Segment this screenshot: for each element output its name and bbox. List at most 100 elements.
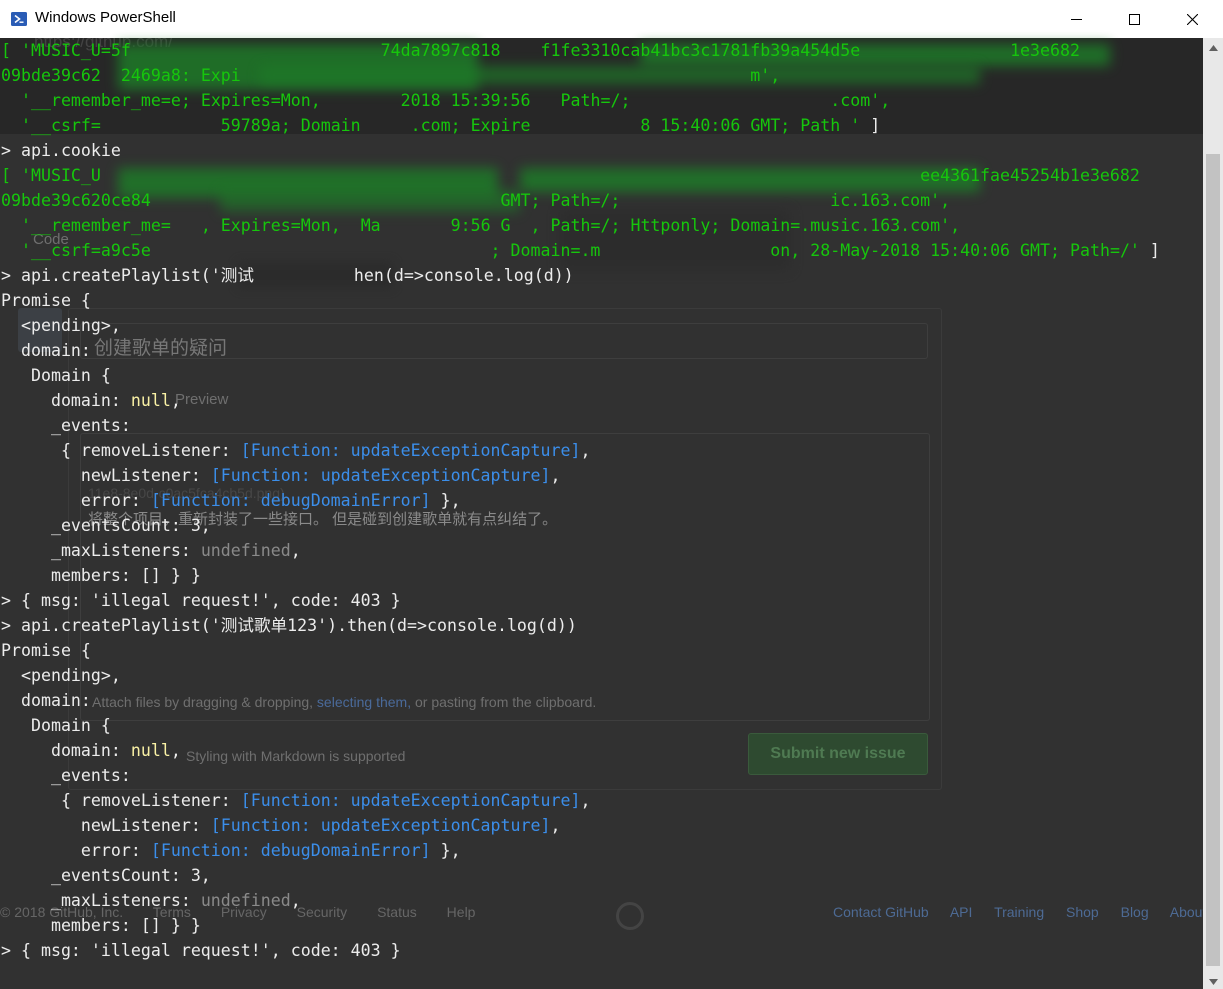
console-text-segment: 2018 15:39:56 xyxy=(400,91,531,110)
console-text-segment xyxy=(241,66,751,85)
console-text-segment xyxy=(511,216,531,235)
close-button[interactable] xyxy=(1163,0,1221,38)
console-text-segment xyxy=(101,66,121,85)
console-text-segment: domain: xyxy=(1,391,131,410)
console-line: newListener: [Function: updateExceptionC… xyxy=(1,463,561,488)
console-line: <pending>, xyxy=(1,663,121,688)
console-text-segment: error: xyxy=(1,491,151,510)
console-line: { removeListener: [Function: updateExcep… xyxy=(1,788,591,813)
console-text-segment: }, xyxy=(430,491,461,510)
console-line: Promise { xyxy=(1,288,91,313)
console-text-segment: 74da7897c818 xyxy=(380,41,501,60)
console-text-segment: _events: xyxy=(1,766,131,785)
console-line: _eventsCount: 3, xyxy=(1,513,211,538)
console-line: > { msg: 'illegal request!', code: 403 } xyxy=(1,588,401,613)
minimize-button[interactable] xyxy=(1047,0,1105,38)
console-line: Domain { xyxy=(1,363,111,388)
console-text-segment: 1e3e682 xyxy=(1010,41,1080,60)
console-text-segment: ee4361fae4525 xyxy=(920,166,1050,185)
console-text-segment: _eventsCount: 3, xyxy=(1,866,211,885)
console-text-segment: null xyxy=(130,741,171,760)
console-text-segment: , xyxy=(580,791,591,810)
console-text-segment xyxy=(600,241,770,260)
vertical-scrollbar[interactable] xyxy=(1203,38,1223,989)
console-text-segment: [Function: updateExceptionCapture] xyxy=(210,816,551,835)
console-text-segment xyxy=(620,191,830,210)
console-text-segment: hen(d=>console.log(d)) xyxy=(353,266,574,285)
console-text-segment: _maxListeners: xyxy=(1,891,201,910)
arrow-up-icon xyxy=(1208,38,1218,56)
console-text-segment xyxy=(131,41,381,60)
console-text-segment: Promise { xyxy=(1,291,91,310)
console-text-segment: Domain { xyxy=(1,716,111,735)
console-line: > api.createPlaylist('测试歌单123').then(d=>… xyxy=(1,613,577,638)
console-line: { removeListener: [Function: updateExcep… xyxy=(1,438,591,463)
console-text-segment: domain: xyxy=(1,691,91,710)
console-text-segment: > api.cookie xyxy=(1,141,121,160)
powershell-window: Windows PowerShell https://github.com/ C… xyxy=(0,0,1223,989)
console-text-segment: [Function: updateExceptionCapture] xyxy=(240,791,581,810)
console-line: '__remember_me= , Expires=Mon, Ma 9:56 G… xyxy=(1,213,960,238)
powershell-icon xyxy=(11,11,27,27)
console-text-segment xyxy=(381,216,451,235)
console-text-segment: members: [] } } xyxy=(1,916,201,935)
console-text-segment xyxy=(341,216,361,235)
console-text-segment: <pending>, xyxy=(1,316,121,335)
console-line: Promise { xyxy=(1,638,91,663)
console-text-segment: { removeListener: xyxy=(1,791,241,810)
console-line: domain: null, xyxy=(1,388,181,413)
console-text-segment xyxy=(101,116,221,135)
console-text-segment: Domain { xyxy=(1,366,111,385)
console-line: error: [Function: debugDomainError] }, xyxy=(1,838,461,863)
console-text-segment xyxy=(171,216,201,235)
console-text-segment xyxy=(531,91,561,110)
console-text-segment: , xyxy=(550,466,561,485)
console-text-segment: m', xyxy=(750,66,781,85)
console-line: members: [] } } xyxy=(1,913,201,938)
console-line: 09bde39c620ce84 GMT; Path=/; ic.163.com'… xyxy=(1,188,950,213)
console-text-segment: 9:56 G xyxy=(450,216,511,235)
console-line: > { msg: 'illegal request!', code: 403 } xyxy=(1,938,401,963)
console-text-segment: = xyxy=(160,91,171,110)
console-text-segment: { removeListener: xyxy=(1,441,241,460)
console-text-segment xyxy=(860,41,1010,60)
console-line: _events: xyxy=(1,763,131,788)
console-text-segment: , Path=/; Httponly; Domain=.music.163.co… xyxy=(530,216,961,235)
console-text-segment: 59789a; Domain xyxy=(220,116,361,135)
console-text-segment xyxy=(151,241,491,260)
scroll-up-button[interactable] xyxy=(1203,38,1223,55)
console-text-segment: 09bde39c62 xyxy=(1,66,101,85)
console-text-segment: 09bde39c620ce84 xyxy=(1,191,151,210)
console-text-segment: undefined xyxy=(200,891,291,910)
console-line: '__csrf= 59789a; Domain .com; Expire 8 1… xyxy=(1,113,880,138)
console-line: _eventsCount: 3, xyxy=(1,863,211,888)
console-text-segment: [ 'MUSIC_U xyxy=(1,166,101,185)
console-line: > api.cookie xyxy=(1,138,121,163)
console-line: _maxListeners: undefined, xyxy=(1,538,301,563)
console-line: > api.createPlaylist('测试 hen(d=>console.… xyxy=(1,263,574,288)
console-output[interactable]: [ 'MUSIC_U=5f 74da7897c818 f1fe3310cab41… xyxy=(0,38,1203,989)
console-line: Domain { xyxy=(1,713,111,738)
title-bar[interactable]: Windows PowerShell xyxy=(0,0,1223,39)
console-text-segment: '__remember_me= xyxy=(1,216,171,235)
console-text-segment: 8 15:40:06 GMT; Path xyxy=(640,116,841,135)
console-line: domain: xyxy=(1,688,91,713)
console-text-segment: , xyxy=(290,541,301,560)
console-text-segment: _maxListeners: xyxy=(1,541,201,560)
scrollbar-thumb[interactable] xyxy=(1206,154,1220,966)
console-text-segment xyxy=(101,166,920,185)
console-line: domain: xyxy=(1,338,91,363)
console-text-segment: ' xyxy=(840,116,861,135)
console-text-segment: ] xyxy=(860,116,881,135)
scroll-down-button[interactable] xyxy=(1203,972,1223,989)
console-text-segment: [Function: updateExceptionCapture] xyxy=(210,466,551,485)
console-line: _events: xyxy=(1,413,131,438)
console-text-segment: > { msg: 'illegal request!', code: 403 } xyxy=(1,941,401,960)
console-line: domain: null, xyxy=(1,738,181,763)
console-text-segment: > api.createPlaylist('测试 xyxy=(1,266,254,285)
console-text-segment: , xyxy=(580,441,591,460)
console-text-segment: ] xyxy=(1139,241,1160,260)
maximize-button[interactable] xyxy=(1105,0,1163,38)
console-text-segment: on, 28-May-2018 15:40:06 GMT; Path=/' xyxy=(770,241,1140,260)
console-text-segment: , xyxy=(170,741,181,760)
